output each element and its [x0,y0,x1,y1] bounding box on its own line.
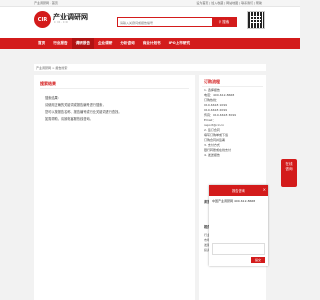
breadcrumb-text[interactable]: 产业调研网 > 报告搜索 [36,66,67,70]
close-icon[interactable]: × [263,187,266,192]
nav-item[interactable]: 企业调研 [94,38,116,49]
divider [40,88,189,89]
search-button[interactable]: ⚲ 搜索 [212,18,236,26]
message-line: 请使用正确的关键词或报告编号进行搜索， [45,103,106,107]
main-nav: 首页 行业报告 调研报告 企业调研 分析咨询 商业计划书 IPO上市研究 [0,38,300,49]
message-line: 您可以按报告名称、报告编号或行业关键词进行查找， [45,110,122,114]
logo-mark: CIR [34,11,51,28]
dialog-body-text: 中国产业调研网 400-612-8668 [212,199,256,203]
qr-code-image [247,11,265,29]
online-consult-button[interactable]: 在线 咨询 [281,159,297,187]
message-line: 搜索结果： [45,96,61,100]
nav-item[interactable]: 商业计划书 [139,38,165,49]
message-line: 如需帮助，请致电客服热线咨询。 [45,117,93,121]
site-logo[interactable]: CIR 产业调研网 CIR.CN [34,11,94,29]
order-process-title: 订购流程 [204,79,220,84]
breadcrumb: 产业调研网 > 报告搜索 [34,64,266,71]
top-utility-bar: 产业调研网 · 首页 设为首页 | 加入收藏 | 网站地图 | 联系我们 | 帮… [0,0,300,7]
consult-dialog: 报告咨询 × 中国产业调研网 400-612-8668 提交 [209,185,268,266]
dialog-message-field[interactable] [212,243,265,255]
search-box: ⚲ 搜索 [117,17,237,27]
dialog-title: 报告咨询 [232,189,245,193]
dialog-submit-button[interactable]: 提交 [251,257,265,263]
float-button-line: 咨询 [285,167,293,171]
logo-subtitle: CIR.CN [54,21,69,24]
nav-item[interactable]: 分析咨询 [116,38,138,49]
nav-item[interactable]: 调研报告 [71,38,94,49]
nav-item[interactable]: 行业报告 [49,38,71,49]
main-content: 搜索结果 搜索结果： 请使用正确的关键词或报告编号进行搜索， 您可以按报告名称、… [34,75,195,300]
nav-item[interactable]: 首页 [34,38,49,49]
page-title: 搜索结果 [40,81,56,86]
search-button-label: 搜索 [222,19,230,24]
site-name-link[interactable]: 产业调研网 · 首页 [34,1,58,5]
nav-item[interactable]: IPO上市研究 [165,38,194,49]
order-step-line: 4. 发送报告 [204,153,220,157]
search-message: 搜索结果： 请使用正确的关键词或报告编号进行搜索， 您可以按报告名称、报告编号或… [45,95,188,123]
divider [202,86,263,87]
order-steps: 1. 选择报告 电话：400-612-8668 订购热线： 010-6618 1099… [204,88,262,158]
dialog-header: 报告咨询 × [209,185,268,196]
search-input[interactable] [120,19,212,26]
search-icon: ⚲ [218,20,222,24]
top-utility-links[interactable]: 设为首页 | 加入收藏 | 网站地图 | 联系我们 | 帮助 [196,1,262,5]
